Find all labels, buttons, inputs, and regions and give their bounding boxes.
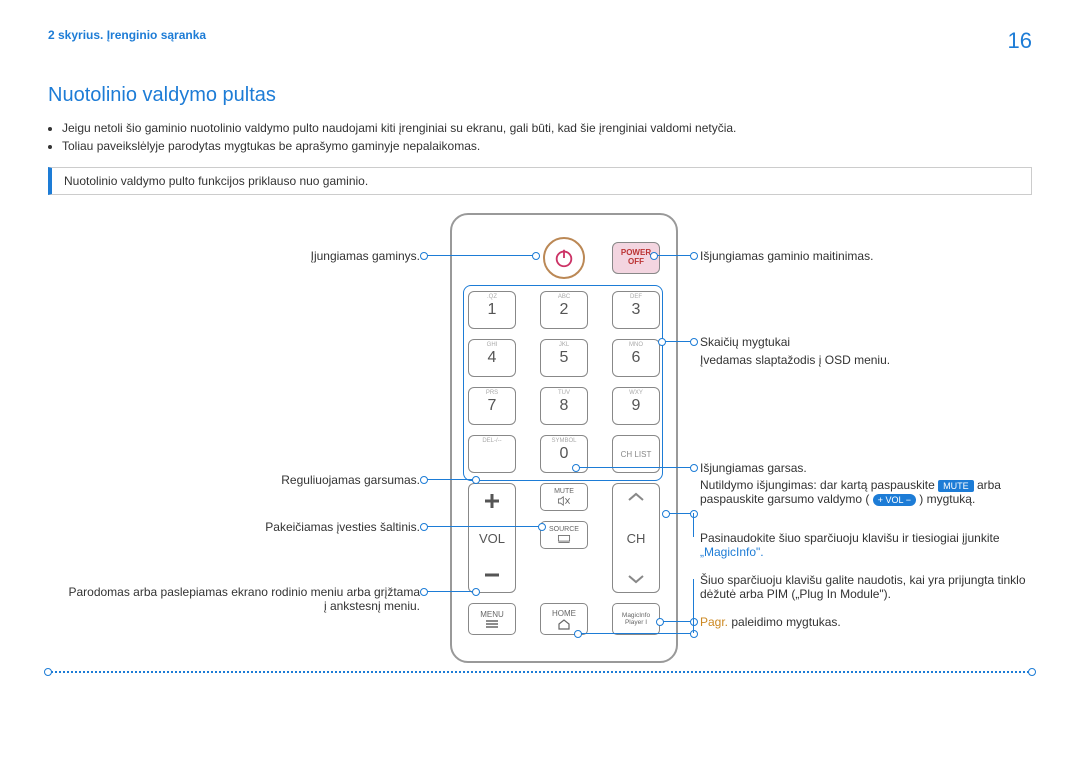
lead-line: [578, 633, 694, 634]
lead-line: [693, 621, 694, 633]
chevron-down-icon: [627, 574, 645, 584]
bullet-list: Jeigu netoli šio gaminio nuotolinio vald…: [62, 121, 1032, 153]
callout-menu: Parodomas arba paslepiamas ekrano rodini…: [48, 585, 420, 613]
menu-button: MENU: [468, 603, 516, 635]
source-button: SOURCE: [540, 521, 588, 549]
lead-line: [693, 579, 694, 621]
remote-diagram: POWER OFF .QZ1ABC2DEF3GHI4JKL5MNO6PRS7TU…: [48, 213, 1032, 693]
ch-label: CH: [627, 531, 646, 546]
keypad-button: DEL-/--: [468, 435, 516, 473]
source-label: SOURCE: [549, 526, 579, 533]
source-icon: [557, 533, 571, 545]
callout-power-off: Išjungiamas gaminio maitinimas.: [700, 249, 873, 263]
keypad-button: GHI4: [468, 339, 516, 377]
callout-home: Pagr. paleidimo mygtukas.: [700, 615, 841, 629]
callout-mute: Išjungiamas garsas. Nutildymo išjungimas…: [700, 461, 1030, 506]
lead-line: [693, 513, 694, 537]
lead-line: [660, 621, 694, 622]
section-title: Nuotolinio valdymo pultas: [48, 84, 1032, 107]
home-label: HOME: [552, 609, 576, 618]
callout-volume: Reguliuojamas garsumas.: [48, 473, 420, 487]
vol-badge: + VOL −: [873, 494, 916, 506]
callout-magicinfo-player: Šiuo sparčiuoju klavišu galite naudotis,…: [700, 573, 1040, 601]
power-icon: [553, 247, 575, 269]
menu-icon: [485, 619, 499, 629]
channel-rocker: CH: [612, 483, 660, 593]
power-on-button: [543, 237, 585, 279]
bullet-item: Toliau paveikslėlyje parodytas mygtukas …: [62, 139, 1032, 153]
lead-line: [666, 513, 694, 514]
plus-icon: [483, 492, 501, 510]
keypad-button: DEF3: [612, 291, 660, 329]
vol-label: VOL: [479, 531, 505, 546]
magicinfo-label-1: MagicInfo: [622, 612, 650, 619]
keypad-button: WXY9: [612, 387, 660, 425]
power-off-label-2: OFF: [628, 258, 644, 267]
callout-source: Pakeičiamas įvesties šaltinis.: [48, 520, 420, 534]
page-number: 16: [1008, 28, 1032, 54]
keypad-button: PRS7: [468, 387, 516, 425]
mute-button: MUTE: [540, 483, 588, 511]
home-icon: [557, 618, 571, 630]
keypad-button: JKL5: [540, 339, 588, 377]
chapter-title: 2 skyrius. Įrenginio sąranka: [48, 28, 206, 54]
lead-line: [424, 591, 476, 592]
callout-numbers: Skaičių mygtukai Įvedamas slaptažodis į …: [700, 335, 890, 367]
lead-line: [424, 526, 542, 527]
note-box: Nuotolinio valdymo pulto funkcijos prikl…: [48, 167, 1032, 195]
bullet-item: Jeigu netoli šio gaminio nuotolinio vald…: [62, 121, 1032, 135]
keypad-button: ABC2: [540, 291, 588, 329]
callout-power-on: Įjungiamas gaminys.: [48, 249, 420, 263]
lead-line: [576, 467, 694, 468]
lead-line: [654, 255, 694, 256]
minus-icon: [483, 566, 501, 584]
number-keypad: .QZ1 ABC2 DEF3 GHI4 JKL5 MNO6 PRS7 TUV8 WXY9 DEL-…: [468, 291, 660, 473]
lead-line: [424, 479, 476, 480]
note-text: Nuotolinio valdymo pulto funkcijos prikl…: [64, 174, 368, 188]
keypad-button: MNO6: [612, 339, 660, 377]
menu-label: MENU: [480, 610, 504, 619]
magicinfo-label-2: Player I: [625, 619, 647, 626]
magicinfo-button: MagicInfo Player I: [612, 603, 660, 635]
lead-line: [662, 341, 694, 342]
lead-line: [424, 255, 536, 256]
chevron-up-icon: [627, 492, 645, 502]
callout-magicinfo-shortcut: Pasinaudokite šiuo sparčiuoju klavišu ir…: [700, 531, 1040, 559]
volume-rocker: VOL: [468, 483, 516, 593]
keypad-button: TUV8: [540, 387, 588, 425]
keypad-button: .QZ1: [468, 291, 516, 329]
page-break-dotted: [48, 671, 1032, 673]
mute-badge: MUTE: [938, 480, 974, 492]
mute-icon: [557, 495, 571, 507]
mute-label: MUTE: [554, 488, 574, 495]
remote-control: POWER OFF .QZ1ABC2DEF3GHI4JKL5MNO6PRS7TU…: [450, 213, 678, 663]
